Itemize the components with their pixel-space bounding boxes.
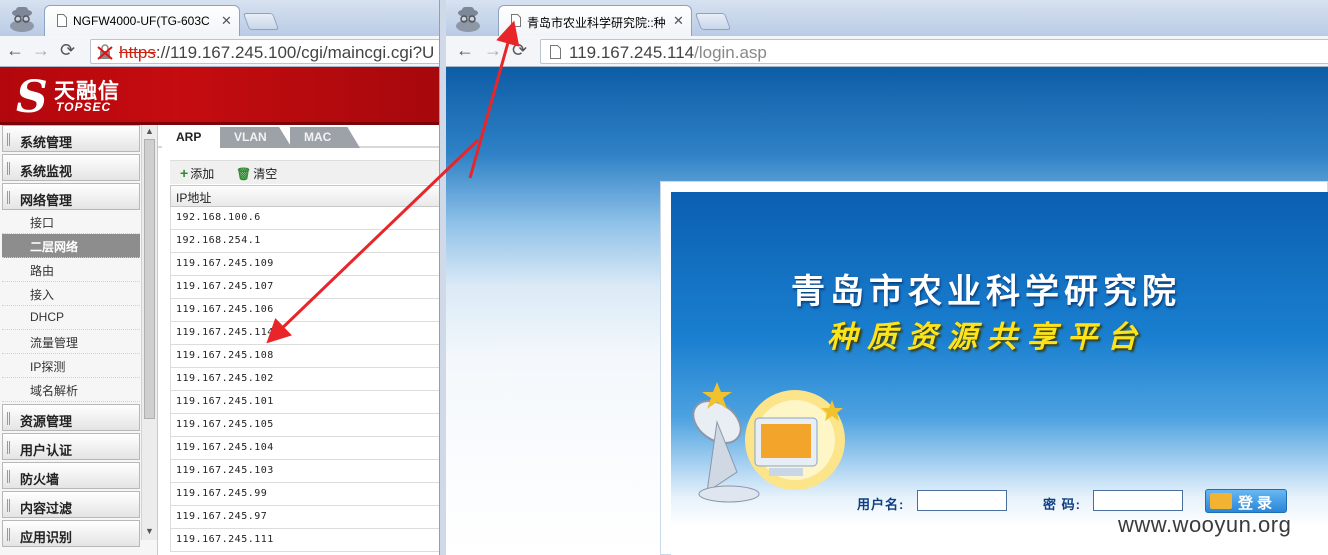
new-tab-button[interactable] [694, 13, 732, 30]
clear-button[interactable]: 🗑 清空 [236, 165, 277, 182]
satellite-dish-icon [692, 382, 845, 503]
page-icon [57, 14, 67, 27]
page-icon [511, 14, 521, 27]
table-row[interactable]: 192.168.254.1 [170, 230, 439, 253]
reload-icon[interactable]: ⟳ [60, 40, 75, 61]
institute-title: 青岛市农业科学研究院 [791, 272, 1181, 312]
tab-topsec[interactable]: NGFW4000-UF(TG-603C ✕ [44, 5, 240, 36]
key-icon [1210, 493, 1232, 509]
menu-dhcp[interactable]: DHCP [2, 306, 140, 330]
left-toolbar: ← → ⟳ https://119.167.245.100/cgi/maincg… [0, 36, 439, 67]
reload-icon[interactable]: ⟳ [512, 40, 527, 61]
table-row[interactable]: 119.167.245.99 [170, 483, 439, 506]
login-page-background: 青岛市农业科学研究院 种质资源共享平台 用户名: 密 码: 登录 [446, 67, 1328, 555]
right-browser-window: 青岛市农业科学研究院::种 ✕ ← → ⟳ 119.167.245.114/lo… [446, 0, 1328, 555]
logo-english-text: TOPSEC [56, 100, 112, 114]
back-arrow-icon[interactable]: ← [456, 40, 474, 61]
table-row[interactable]: 119.167.245.107 [170, 276, 439, 299]
tab-close-icon[interactable]: ✕ [221, 13, 232, 29]
username-label: 用户名: [857, 497, 905, 512]
tab-qingdao[interactable]: 青岛市农业科学研究院::种 ✕ [498, 5, 692, 36]
insecure-lock-icon [97, 44, 113, 60]
back-arrow-icon[interactable]: ← [6, 40, 24, 61]
topsec-sidebar: 系统管理 系统监视 网络管理 接口 二层网络 路由 接入 DHCP 流量管理 I… [0, 125, 158, 555]
menu-content-filter[interactable]: 内容过滤 [2, 491, 140, 518]
login-banner: 青岛市农业科学研究院 种质资源共享平台 用户名: 密 码: 登录 [671, 192, 1328, 555]
menu-traffic-mgmt[interactable]: 流量管理 [2, 330, 140, 354]
tab-title: NGFW4000-UF(TG-603C [73, 14, 210, 28]
sidebar-scrollbar[interactable]: ▲ ▼ [141, 125, 157, 540]
table-row[interactable]: 119.167.245.111 [170, 529, 439, 552]
table-row[interactable]: 119.167.245.109 [170, 253, 439, 276]
incognito-icon [456, 7, 480, 32]
table-row[interactable]: 119.167.245.101 [170, 391, 439, 414]
scroll-up-icon[interactable]: ▲ [145, 126, 154, 136]
menu-dns[interactable]: 域名解析 [2, 378, 140, 402]
table-row[interactable]: 119.167.245.108 [170, 345, 439, 368]
table-row[interactable]: 192.168.100.6 [170, 207, 439, 230]
topsec-main: ARP VLAN MAC + 添加 🗑 清空 IP地址 192.168.100.6 … [158, 125, 439, 555]
table-row[interactable]: 119.167.245.105 [170, 414, 439, 437]
url-text: 119.167.245.114/login.asp [569, 43, 767, 62]
table-row[interactable]: 119.167.245.104 [170, 437, 439, 460]
table-row[interactable]: 119.167.245.114 [170, 322, 439, 345]
page-icon [550, 45, 561, 59]
tab-close-icon[interactable]: ✕ [673, 13, 684, 29]
table-row[interactable]: 119.167.245.97 [170, 506, 439, 529]
menu-routing[interactable]: 路由 [2, 258, 140, 282]
menu-access[interactable]: 接入 [2, 282, 140, 306]
plus-icon: + [180, 165, 189, 181]
forward-arrow-icon[interactable]: → [32, 40, 50, 61]
address-bar[interactable]: https://119.167.245.100/cgi/maincgi.cgi?… [90, 39, 439, 64]
password-input[interactable] [1093, 490, 1183, 511]
new-tab-button[interactable] [242, 13, 280, 30]
menu-app-identify[interactable]: 应用识别 [2, 520, 140, 547]
menu-resource-mgmt[interactable]: 资源管理 [2, 404, 140, 431]
password-label: 密 码: [1043, 497, 1081, 512]
arp-actions: + 添加 🗑 清空 [170, 160, 439, 184]
tab-title: 青岛市农业科学研究院::种 [527, 16, 666, 30]
table-row[interactable]: 119.167.245.106 [170, 299, 439, 322]
menu-interface[interactable]: 接口 [2, 210, 140, 234]
table-row[interactable]: 119.167.245.102 [170, 368, 439, 391]
tab-mac[interactable]: MAC [290, 127, 360, 148]
right-toolbar: ← → ⟳ 119.167.245.114/login.asp [446, 36, 1328, 67]
login-panel: 青岛市农业科学研究院 种质资源共享平台 用户名: 密 码: 登录 [660, 181, 1328, 555]
menu-layer2-network[interactable]: 二层网络 [2, 234, 140, 258]
incognito-icon [10, 7, 34, 32]
topsec-header: S 天融信 TOPSEC [0, 67, 439, 123]
platform-subtitle: 种质资源共享平台 [827, 320, 1147, 355]
menu-system-monitor[interactable]: 系统监视 [2, 154, 140, 181]
login-button[interactable]: 登录 [1205, 489, 1287, 513]
column-header-ip[interactable]: IP地址 [170, 185, 439, 207]
menu-ip-probe[interactable]: IP探测 [2, 354, 140, 378]
add-button[interactable]: + 添加 [180, 165, 214, 182]
username-input[interactable] [917, 490, 1007, 511]
url-text: https://119.167.245.100/cgi/maincgi.cgi?… [119, 43, 435, 62]
topsec-logo-icon: S [16, 72, 48, 123]
sub-tabs: ARP VLAN MAC [158, 125, 439, 148]
menu-network-mgmt[interactable]: 网络管理 [2, 183, 140, 210]
address-bar[interactable]: 119.167.245.114/login.asp [540, 39, 1328, 64]
left-tab-strip: NGFW4000-UF(TG-603C ✕ [0, 0, 439, 36]
table-row[interactable]: 119.167.245.103 [170, 460, 439, 483]
arp-table: IP地址 192.168.100.6 192.168.254.1 119.167… [170, 185, 439, 552]
scroll-thumb[interactable] [144, 139, 155, 419]
scroll-down-icon[interactable]: ▼ [145, 526, 154, 536]
tab-arp[interactable]: ARP [162, 127, 226, 148]
tab-vlan[interactable]: VLAN [220, 127, 292, 148]
right-tab-strip: 青岛市农业科学研究院::种 ✕ [446, 0, 1328, 36]
watermark: www.wooyun.org [1118, 512, 1292, 537]
left-browser-window: NGFW4000-UF(TG-603C ✕ ← → ⟳ https://119.… [0, 0, 440, 555]
menu-user-auth[interactable]: 用户认证 [2, 433, 140, 460]
menu-system-mgmt[interactable]: 系统管理 [2, 125, 140, 152]
trash-icon: 🗑 [236, 167, 252, 181]
forward-arrow-icon[interactable]: → [484, 40, 502, 61]
menu-firewall[interactable]: 防火墙 [2, 462, 140, 489]
